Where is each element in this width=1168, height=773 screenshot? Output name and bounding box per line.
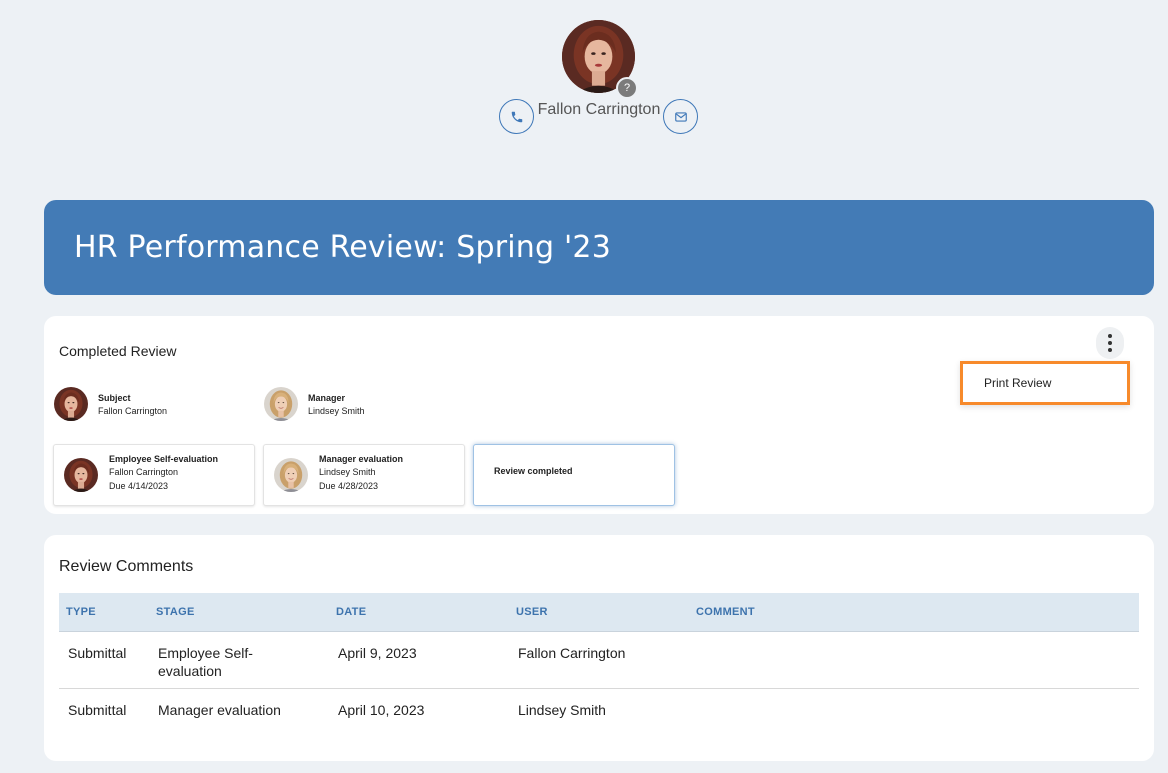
completed-review-card: Completed Review Print Review Subject Fa… [44,316,1154,514]
stage-avatar [274,458,308,492]
cell-type: Submittal [68,702,127,718]
manager-label: Manager [308,393,346,403]
profile-header: ? Fallon Carrington [0,0,1168,160]
kebab-dot [1108,348,1112,352]
stage-assignee: Fallon Carrington [109,467,179,477]
options-menu: Print Review [960,361,1130,405]
mail-icon [674,111,687,122]
cell-stage: Employee Self-evaluation [158,645,253,679]
column-header-user[interactable]: USER [516,606,548,618]
stage-due-date: Due 4/14/2023 [109,481,169,491]
subject-name: Fallon Carrington [98,406,168,416]
print-review-menu-item[interactable]: Print Review [984,376,1051,390]
cell-date: April 9, 2023 [338,645,417,661]
stage-avatar [64,458,98,492]
more-options-button[interactable] [1096,327,1124,359]
table-row: Submittal Manager evaluation April 10, 2… [59,689,1139,733]
table-row: Submittal Employee Self-evaluation April… [59,632,1139,689]
stage-manager-evaluation[interactable]: Manager evaluation Lindsey Smith Due 4/2… [263,444,465,506]
email-button[interactable] [663,99,698,134]
cell-date: April 10, 2023 [338,702,425,718]
page-title: HR Performance Review: Spring '23 [74,230,611,265]
card-title: Completed Review [59,343,177,359]
stage-due-date: Due 4/28/2023 [319,481,379,491]
cell-stage: Manager evaluation [158,702,281,718]
comments-table: TYPE STAGE DATE USER COMMENT Submittal E… [59,593,1139,733]
stage-title: Manager evaluation [319,454,404,464]
cell-user: Lindsey Smith [518,702,606,718]
profile-name: Fallon Carrington [537,101,661,118]
stage-assignee: Lindsey Smith [319,467,376,477]
subject-person: Subject Fallon Carrington [54,387,234,423]
help-badge[interactable]: ? [616,77,638,99]
review-title-banner: HR Performance Review: Spring '23 [44,200,1154,295]
subject-label: Subject [98,393,131,403]
table-header: TYPE STAGE DATE USER COMMENT [59,593,1139,632]
cell-type: Submittal [68,645,127,661]
manager-person: Manager Lindsey Smith [264,387,444,423]
stage-review-completed[interactable]: Review completed [473,444,675,506]
column-header-stage[interactable]: STAGE [156,606,296,618]
stage-title: Review completed [494,466,573,476]
card-title: Review Comments [59,558,194,575]
manager-name: Lindsey Smith [308,406,365,416]
column-header-comment[interactable]: COMMENT [696,606,755,618]
kebab-dot [1108,341,1112,345]
stage-title: Employee Self-evaluation [109,454,219,464]
cell-user: Fallon Carrington [518,645,626,661]
column-header-type[interactable]: TYPE [66,606,96,618]
review-comments-card: Review Comments TYPE STAGE DATE USER COM… [44,535,1154,761]
call-button[interactable] [499,99,534,134]
kebab-dot [1108,334,1112,338]
stage-employee-self-evaluation[interactable]: Employee Self-evaluation Fallon Carringt… [53,444,255,506]
manager-avatar [264,387,298,421]
subject-avatar [54,387,88,421]
phone-icon [511,111,522,122]
column-header-date[interactable]: DATE [336,606,366,618]
